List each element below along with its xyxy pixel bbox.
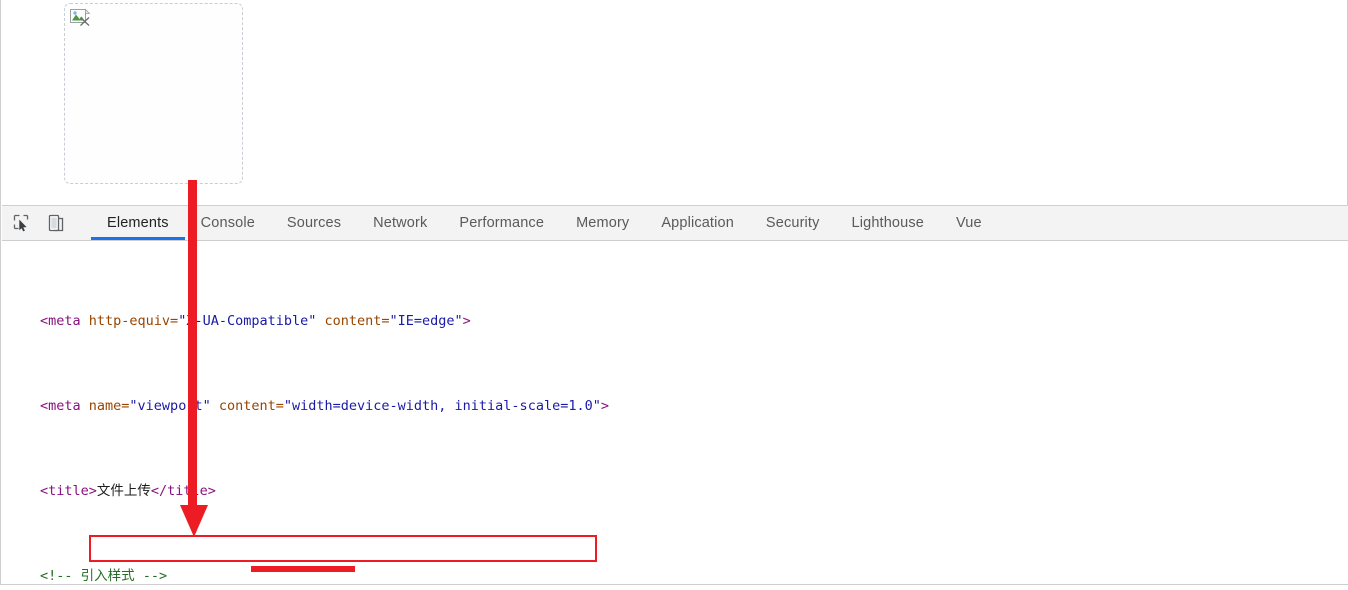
tab-label: Security xyxy=(766,215,820,231)
code-line-meta-viewport[interactable]: <meta name="viewport" content="width=dev… xyxy=(2,396,1348,417)
devtools-tab-bar: Elements Console Sources Network Perform… xyxy=(2,206,1348,241)
tab-vue[interactable]: Vue xyxy=(940,206,998,240)
tab-network[interactable]: Network xyxy=(357,206,443,240)
tab-application[interactable]: Application xyxy=(645,206,750,240)
devtools-panel: Elements Console Sources Network Perform… xyxy=(2,205,1348,584)
tab-label: Network xyxy=(373,215,427,231)
code-line-title[interactable]: <title>文件上传</title> xyxy=(2,481,1348,502)
attr-value: "X-UA-Compatible" xyxy=(178,313,316,329)
tab-label: Vue xyxy=(956,215,982,231)
attr-name: name= xyxy=(89,398,130,414)
tab-label: Lighthouse xyxy=(852,215,924,231)
tag-name: <meta xyxy=(40,398,89,414)
tag-close: > xyxy=(601,398,609,414)
attr-value: "width=device-width, initial-scale=1.0" xyxy=(284,398,601,414)
tag-close: > xyxy=(463,313,471,329)
tab-console[interactable]: Console xyxy=(185,206,271,240)
tag-close: </title> xyxy=(151,483,216,499)
tab-lighthouse[interactable]: Lighthouse xyxy=(836,206,940,240)
tab-sources[interactable]: Sources xyxy=(271,206,357,240)
broken-image-icon xyxy=(69,7,91,29)
tag-name: <title> xyxy=(40,483,97,499)
page-viewport xyxy=(1,0,1347,205)
elements-dom-tree[interactable]: <meta http-equiv="X-UA-Compatible" conte… xyxy=(2,241,1348,590)
avatar-uploader-dropzone[interactable] xyxy=(64,3,243,184)
attr-name: http-equiv= xyxy=(89,313,178,329)
tag-name: <meta xyxy=(40,313,89,329)
devtools-tabs: Elements Console Sources Network Perform… xyxy=(91,206,998,240)
browser-page-frame: Elements Console Sources Network Perform… xyxy=(0,0,1348,585)
devtools-tool-icons xyxy=(2,206,91,240)
tab-security[interactable]: Security xyxy=(750,206,836,240)
attr-name: content= xyxy=(211,398,284,414)
tab-elements[interactable]: Elements xyxy=(91,206,185,240)
tab-label: Performance xyxy=(459,215,544,231)
tab-label: Elements xyxy=(107,215,169,231)
code-line-meta-compat[interactable]: <meta http-equiv="X-UA-Compatible" conte… xyxy=(2,311,1348,332)
tab-label: Application xyxy=(661,215,734,231)
attr-name: content= xyxy=(316,313,389,329)
inspect-element-icon[interactable] xyxy=(10,211,34,235)
tab-label: Memory xyxy=(576,215,629,231)
tab-label: Console xyxy=(201,215,255,231)
device-toolbar-icon[interactable] xyxy=(44,211,68,235)
html-comment: <!-- 引入样式 --> xyxy=(40,568,167,584)
attr-value: "viewport" xyxy=(129,398,210,414)
tab-memory[interactable]: Memory xyxy=(560,206,645,240)
title-text: 文件上传 xyxy=(97,483,151,499)
attr-value: "IE=edge" xyxy=(390,313,463,329)
tab-label: Sources xyxy=(287,215,341,231)
tab-performance[interactable]: Performance xyxy=(443,206,560,240)
